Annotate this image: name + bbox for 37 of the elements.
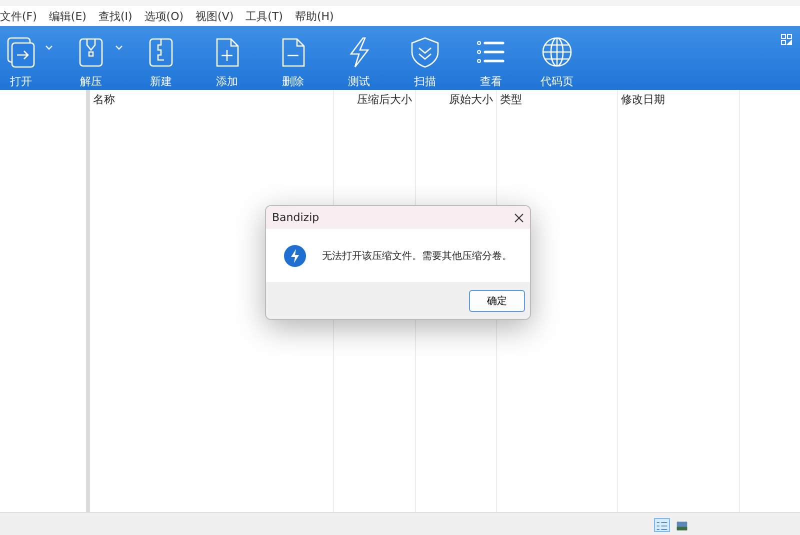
toolbar-button[interactable]: 添加: [210, 26, 244, 90]
dialog-title: Bandizip: [272, 211, 320, 224]
lightning-icon: [350, 37, 370, 68]
column-header[interactable]: 名称: [90, 90, 333, 112]
column-header[interactable]: 类型: [497, 90, 617, 112]
menu-item[interactable]: 帮助(H): [294, 8, 334, 24]
toolbar-button[interactable]: 代码页: [540, 26, 574, 90]
zipper-file-icon: [149, 38, 173, 67]
menu-item[interactable]: 编辑(E): [48, 8, 86, 24]
grid-icon[interactable]: [781, 34, 792, 45]
menu-item[interactable]: 选项(O): [144, 8, 184, 24]
menu-item[interactable]: 查找(I): [98, 8, 132, 24]
menu-item[interactable]: 视图(V): [196, 8, 234, 24]
toolbar-button[interactable]: 查看: [474, 26, 508, 90]
ok-button[interactable]: 确定: [469, 290, 525, 312]
toolbar-button[interactable]: 扫描: [408, 26, 442, 90]
column-header[interactable]: 原始大小: [416, 90, 496, 112]
column-header[interactable]: 压缩后大小: [334, 90, 415, 112]
remove-file-icon: [282, 38, 305, 67]
toolbar-button[interactable]: 打开: [4, 26, 38, 90]
dialog-message: 无法打开该压缩文件。需要其他压缩分卷。: [322, 250, 512, 262]
shield-icon: [411, 37, 439, 68]
zipper-box-icon: [79, 38, 103, 67]
add-file-icon: [216, 38, 239, 67]
globe-icon: [542, 37, 572, 67]
column-header[interactable]: 修改日期: [618, 90, 739, 112]
close-icon[interactable]: [514, 212, 524, 222]
toolbar-button[interactable]: 新建: [144, 26, 178, 90]
toolbar-button[interactable]: 解压: [74, 26, 108, 90]
menu-item[interactable]: 工具(T): [246, 8, 283, 24]
folder-arrow-icon: [7, 37, 35, 68]
details-view-button[interactable]: [654, 518, 670, 532]
lightning-badge-icon: [284, 244, 306, 266]
menu-item[interactable]: 文件(F): [0, 8, 37, 24]
toolbar-button[interactable]: 测试: [342, 26, 376, 90]
toolbar-button[interactable]: 删除: [276, 26, 310, 90]
list-icon: [477, 41, 504, 63]
